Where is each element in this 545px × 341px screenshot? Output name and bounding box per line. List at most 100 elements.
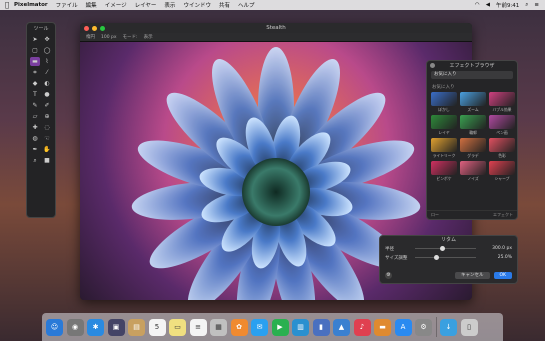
calendar-icon[interactable]: 5 <box>148 318 166 336</box>
color-swatch-icon[interactable]: ■ <box>42 156 52 165</box>
effect-thumbnail[interactable]: ぼかし <box>431 92 457 115</box>
clock[interactable]: 午前9:41 <box>496 1 519 9</box>
menu-image[interactable]: イメージ <box>105 1 127 9</box>
effect-thumbnail[interactable]: グラデ <box>460 138 486 161</box>
sound-icon[interactable]: ◀ <box>486 2 490 8</box>
rect-select-tool-icon[interactable]: ▢ <box>30 46 40 55</box>
safari-icon[interactable]: ✱ <box>87 318 104 336</box>
effect-preview[interactable] <box>489 138 515 152</box>
photo-booth-icon[interactable]: ✿ <box>230 318 248 336</box>
move-tool-icon[interactable]: ➤ <box>30 35 40 44</box>
clone-tool-icon[interactable]: ⊕ <box>42 112 52 121</box>
crop-tool-icon[interactable]: ⌗ <box>30 68 40 77</box>
sponge-tool-icon[interactable]: ◍ <box>30 134 40 143</box>
ok-button[interactable]: OK <box>493 272 512 279</box>
search-icon[interactable]: ⌕ <box>525 2 528 9</box>
scale-slider[interactable] <box>415 255 476 260</box>
selected-tool-icon[interactable]: ▬ <box>30 57 40 66</box>
menu-view[interactable]: 表示 <box>164 1 175 9</box>
notification-icon[interactable]: ≡ <box>534 2 539 8</box>
finder-icon[interactable]: ☺ <box>46 318 63 336</box>
param-value[interactable]: 300.0 px <box>482 246 512 251</box>
lasso-tool-icon[interactable]: ⌇ <box>42 57 52 66</box>
smudge-tool-icon[interactable]: ☜ <box>42 134 52 143</box>
effect-thumbnail[interactable]: ノイズ <box>460 161 486 184</box>
eyedropper-tool-icon[interactable]: ⁄ <box>42 68 52 77</box>
effect-preview[interactable] <box>431 138 457 152</box>
effect-thumbnail[interactable]: 色彩 <box>489 138 515 161</box>
effect-thumbnail[interactable]: ズーム <box>460 92 486 115</box>
effect-preview[interactable] <box>460 138 486 152</box>
brush-tool-icon[interactable]: ✎ <box>30 101 40 110</box>
tool-shape-select[interactable]: 楕円 <box>86 34 95 40</box>
downloads-folder-icon[interactable]: ↓ <box>440 318 457 336</box>
blur-tool-icon[interactable]: ◌ <box>42 123 52 132</box>
effect-preview[interactable] <box>489 161 515 175</box>
facetime-icon[interactable]: ▶ <box>271 318 289 336</box>
trash-icon[interactable]: ▯ <box>460 318 478 336</box>
menu-file[interactable]: ファイル <box>56 1 78 9</box>
gear-icon[interactable]: ⚙ <box>385 272 392 279</box>
effect-thumbnail[interactable]: ピンボケ <box>431 161 457 184</box>
cancel-button[interactable]: キャンセル <box>455 272 490 279</box>
hand-tool-icon[interactable]: ✋ <box>42 145 52 154</box>
launchpad-icon[interactable]: ◉ <box>66 318 84 336</box>
effect-thumbnail[interactable]: バブル効果 <box>489 92 515 115</box>
menu-window[interactable]: ウインドウ <box>183 1 211 9</box>
messages-icon[interactable]: ✉ <box>251 318 268 336</box>
charts-icon[interactable]: ▮ <box>312 318 330 336</box>
app-menu[interactable]: Pixelmator <box>14 2 48 8</box>
effect-preview[interactable] <box>431 115 457 129</box>
photos-app-icon[interactable]: ▣ <box>107 318 125 336</box>
wifi-icon[interactable]: ◠ <box>475 2 480 8</box>
effects-category-select[interactable]: お気に入り <box>431 71 513 79</box>
effect-thumbnail[interactable]: レイヤ <box>431 115 457 138</box>
notes-icon[interactable]: ▤ <box>128 318 145 336</box>
numbers-icon[interactable]: ▥ <box>292 318 309 336</box>
menu-layer[interactable]: レイヤー <box>135 1 157 9</box>
zoom-tool-icon[interactable]: ⌕ <box>30 156 40 165</box>
menu-help[interactable]: ヘルプ <box>238 1 255 9</box>
type-tool-icon[interactable]: T <box>30 90 40 99</box>
effects-footer-right[interactable]: エフェクト <box>493 212 513 218</box>
shape-tool-icon[interactable]: ● <box>42 90 52 99</box>
music-icon[interactable]: ♪ <box>353 318 371 336</box>
keynote-icon[interactable]: ▲ <box>333 318 350 336</box>
slider-knob[interactable] <box>433 255 439 260</box>
tool-view-label[interactable]: 表示 <box>144 34 153 40</box>
books-icon[interactable]: ▬ <box>374 318 391 336</box>
effects-close-button[interactable] <box>430 63 435 68</box>
tool-size-field[interactable]: 100 px <box>101 35 117 40</box>
tools-palette: ツール ➤ ✥ ▢ ◯ ▬ ⌇ ⌗ ⁄ ◆ ◐ T ● ✎ ✐ ▱ ⊕ ✚ ◌ … <box>26 22 56 218</box>
effect-preview[interactable] <box>460 161 486 175</box>
slider-knob[interactable] <box>439 246 445 251</box>
effect-thumbnail[interactable]: シャープ <box>489 161 515 184</box>
arrange-tool-icon[interactable]: ✥ <box>42 35 52 44</box>
effect-preview[interactable] <box>431 161 457 175</box>
preview-icon[interactable]: ▦ <box>210 318 227 336</box>
reminders-icon[interactable]: ≡ <box>189 318 207 336</box>
menu-share[interactable]: 共有 <box>219 1 230 9</box>
paint-bucket-icon[interactable]: ◆ <box>30 79 40 88</box>
apple-icon[interactable]:  <box>0 1 14 9</box>
gradient-tool-icon[interactable]: ◐ <box>42 79 52 88</box>
stickies-icon[interactable]: ▭ <box>169 318 186 336</box>
system-preferences-icon[interactable]: ⚙ <box>415 318 432 336</box>
heal-tool-icon[interactable]: ✚ <box>30 123 40 132</box>
effect-preview[interactable] <box>431 92 457 106</box>
menu-edit[interactable]: 編集 <box>86 1 97 9</box>
effect-thumbnail[interactable]: 輪郭 <box>460 115 486 138</box>
pen-tool-icon[interactable]: ✒ <box>30 145 40 154</box>
eraser-tool-icon[interactable]: ▱ <box>30 112 40 121</box>
effect-preview[interactable] <box>460 92 486 106</box>
effect-preview[interactable] <box>489 92 515 106</box>
effect-preview[interactable] <box>489 115 515 129</box>
param-value[interactable]: 25.0% <box>482 255 512 260</box>
effect-thumbnail[interactable]: ライトリーク <box>431 138 457 161</box>
effect-thumbnail[interactable]: ペン画 <box>489 115 515 138</box>
radius-slider[interactable] <box>415 246 476 251</box>
pencil-tool-icon[interactable]: ✐ <box>42 101 52 110</box>
app-store-icon[interactable]: A <box>394 318 412 336</box>
ellipse-select-tool-icon[interactable]: ◯ <box>42 46 52 55</box>
effect-preview[interactable] <box>460 115 486 129</box>
